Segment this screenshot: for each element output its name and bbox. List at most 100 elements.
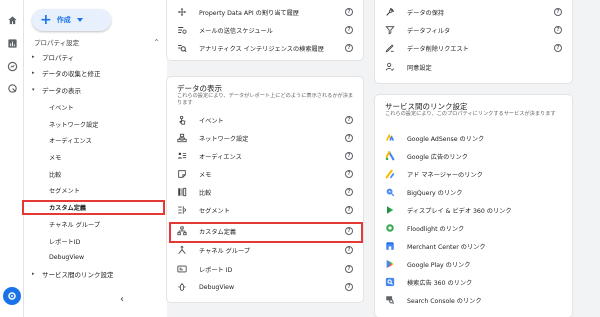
explore-icon[interactable] <box>6 60 18 72</box>
help-icon[interactable]: ? <box>345 116 353 124</box>
row-report-id[interactable]: レポート ID ? <box>167 260 363 278</box>
note-icon <box>177 169 187 179</box>
sidebar-sub-audiences[interactable]: オーディエンス <box>49 132 179 148</box>
row-label: データ削除リクエスト <box>407 45 469 53</box>
help-icon[interactable]: ? <box>345 265 353 273</box>
row-google-play-link[interactable]: Google Play のリンク <box>375 255 572 273</box>
row-intelligence-history[interactable]: アナリティクス インテリジェンスの検索履歴 ? <box>167 39 363 57</box>
row-audiences[interactable]: オーディエンス ? <box>167 147 363 165</box>
row-floodlight-link[interactable]: Floodlight のリンク <box>375 219 572 237</box>
row-label: チャネル グループ <box>199 247 251 255</box>
report-id-icon <box>177 264 187 274</box>
row-bigquery-link[interactable]: BigQuery のリンク <box>375 183 572 201</box>
row-label: イベント <box>199 117 224 125</box>
row-data-filters[interactable]: データフィルタ ? <box>375 21 572 39</box>
row-data-deletion[interactable]: データ削除リクエスト ? <box>375 39 572 57</box>
filter-icon <box>385 25 395 35</box>
compare-icon <box>177 187 187 197</box>
row-label: Google Play のリンク <box>407 261 471 269</box>
sidebar-item-label: サービス間のリンク設定 <box>42 271 114 279</box>
help-icon[interactable]: ? <box>345 26 353 34</box>
row-label: セグメント <box>199 207 230 215</box>
retention-icon <box>385 7 395 17</box>
row-ad-manager-link[interactable]: アド マネージャーのリンク <box>375 165 572 183</box>
segment-icon <box>177 205 187 215</box>
channel-group-icon <box>177 245 187 255</box>
consent-icon <box>385 62 395 72</box>
help-icon[interactable]: ? <box>554 8 562 16</box>
row-comparisons[interactable]: 比較 ? <box>167 183 363 201</box>
row-label: Search Console のリンク <box>407 297 482 305</box>
row-sa360-link[interactable]: 検索広告 360 のリンク <box>375 273 572 291</box>
sub-item-label: オーディエンス <box>49 137 92 145</box>
help-icon[interactable]: ? <box>345 44 353 52</box>
row-label: Merchant Center のリンク <box>407 243 486 251</box>
collapse-sidebar-button[interactable]: ‹ <box>120 294 124 305</box>
help-icon[interactable]: ? <box>345 8 353 16</box>
sidebar-sub-comparisons[interactable]: 比較 <box>49 166 179 182</box>
sub-item-label: イベント <box>49 104 74 112</box>
sidebar-sub-network[interactable]: ネットワーク設定 <box>49 116 179 132</box>
property-settings-header[interactable]: プロパティ設定 ^ <box>34 35 159 49</box>
sidebar-sub-debugview[interactable]: DebugView <box>49 249 179 265</box>
expand-arrow-icon: ▸ <box>32 271 35 277</box>
row-network-settings[interactable]: ネットワーク設定 ? <box>167 129 363 147</box>
row-label: 比較 <box>199 189 212 197</box>
touch-icon <box>177 115 187 125</box>
row-debugview[interactable]: DebugView ? <box>167 278 363 296</box>
row-dv360-link[interactable]: ディスプレイ & ビデオ 360 のリンク <box>375 201 572 219</box>
row-consent-settings[interactable]: 同意設定 <box>375 58 572 76</box>
row-label: アナリティクス インテリジェンスの検索履歴 <box>199 45 324 53</box>
sidebar-sub-report-id[interactable]: レポートID <box>49 233 179 249</box>
card-description: これらの設定により、このプロパティにリンクするサービスが決まります <box>385 111 556 117</box>
plus-icon: + <box>40 12 52 28</box>
row-merchant-center-link[interactable]: Merchant Center のリンク <box>375 237 572 255</box>
sidebar-item-property[interactable]: ▸ プロパティ <box>32 49 74 65</box>
card-top-middle: Property Data API の割り当て履歴 ? メールの送信スケジュール… <box>167 0 363 60</box>
row-search-console-link[interactable]: Search Console のリンク <box>375 291 572 309</box>
sub-item-label: チャネル グループ <box>49 221 101 229</box>
help-icon[interactable]: ? <box>345 188 353 196</box>
chevron-left-icon: ‹ <box>120 294 124 305</box>
row-google-ads-link[interactable]: Google 広告のリンク <box>375 147 572 165</box>
create-button[interactable]: + 作成 <box>32 9 111 31</box>
reports-icon[interactable] <box>6 37 18 49</box>
row-channel-groups[interactable]: チャネル グループ ? <box>167 241 363 259</box>
help-icon[interactable]: ? <box>345 170 353 178</box>
row-label: Google 広告のリンク <box>407 153 468 161</box>
help-icon[interactable]: ? <box>345 152 353 160</box>
sidebar-sub-segments[interactable]: セグメント <box>49 182 179 198</box>
row-label: Property Data API の割り当て履歴 <box>199 9 299 17</box>
row-segments[interactable]: セグメント ? <box>167 201 363 219</box>
help-icon[interactable]: ? <box>554 26 562 34</box>
row-label: ネットワーク設定 <box>199 135 249 143</box>
row-events[interactable]: イベント ? <box>167 111 363 129</box>
row-notes[interactable]: メモ ? <box>167 165 363 183</box>
sidebar-item-data-collection[interactable]: ▸ データの収集と修正 <box>32 65 101 81</box>
row-adsense-link[interactable]: Google AdSense のリンク <box>375 129 572 147</box>
help-icon[interactable]: ? <box>554 44 562 52</box>
row-email-schedule[interactable]: メールの送信スケジュール ? <box>167 21 363 39</box>
sub-item-label: セグメント <box>49 187 80 195</box>
sidebar-sub-channel-groups[interactable]: チャネル グループ <box>49 216 179 232</box>
row-data-retention[interactable]: データの保持 ? <box>375 3 572 21</box>
sidebar-sub-notes[interactable]: メモ <box>49 149 179 165</box>
help-icon[interactable]: ? <box>345 246 353 254</box>
floodlight-icon <box>385 223 395 233</box>
help-icon[interactable]: ? <box>345 134 353 142</box>
sidebar-item-label: プロパティ <box>42 54 75 62</box>
row-label: メールの送信スケジュール <box>199 27 273 35</box>
home-icon[interactable] <box>6 14 18 26</box>
admin-gear-icon[interactable] <box>3 287 21 305</box>
card-data-display: データの表示 これらの設定により、データがレポート上にどのように表示されるかが決… <box>167 77 363 302</box>
expand-arrow-icon: ▸ <box>32 70 35 76</box>
sidebar-item-data-display[interactable]: ▾ データの表示 <box>32 82 81 98</box>
advertising-icon[interactable] <box>6 82 18 94</box>
help-icon[interactable]: ? <box>345 206 353 214</box>
card-product-links: サービス間のリンク設定 これらの設定により、このプロパティにリンクするサービスが… <box>375 95 572 317</box>
row-property-data-api[interactable]: Property Data API の割り当て履歴 ? <box>167 3 363 21</box>
sidebar-sub-events[interactable]: イベント <box>49 99 179 115</box>
create-label: 作成 <box>56 16 71 24</box>
sidebar-item-product-links[interactable]: ▸ サービス間のリンク設定 <box>32 266 114 282</box>
help-icon[interactable]: ? <box>345 283 353 291</box>
